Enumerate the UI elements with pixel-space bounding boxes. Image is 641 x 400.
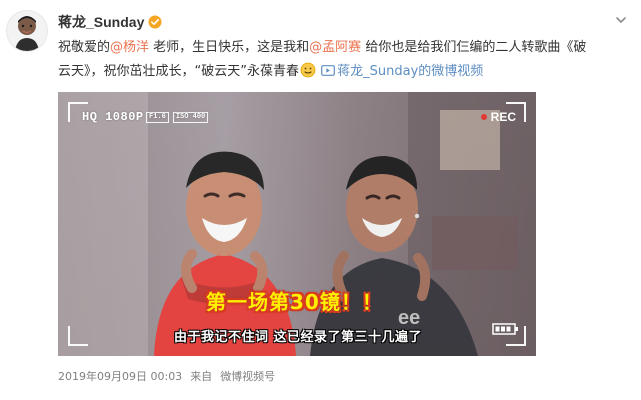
author-name[interactable]: 蒋龙_Sunday bbox=[58, 12, 144, 32]
avatar[interactable] bbox=[6, 10, 48, 52]
video-player[interactable]: ee HQ 1080P F1.6 ISO 400 REC 第一场第30镜！！ 由… bbox=[58, 92, 536, 356]
video-link[interactable]: 蒋龙_Sunday的微博视频 bbox=[317, 64, 483, 79]
aperture-label: F1.6 bbox=[146, 112, 169, 123]
source-prefix: 来自 bbox=[190, 370, 213, 383]
mention-meng-a-sai[interactable]: @孟阿赛 bbox=[309, 40, 361, 55]
content-prefix: 祝敬爱的 bbox=[58, 40, 111, 55]
video-subtitle: 由于我记不住词 这已经录了第三十几遍了 bbox=[174, 330, 423, 345]
weibo-post: 蒋龙_Sunday 祝敬爱的@杨洋 老师，生日快乐，这是我和@孟阿赛 给你也是给… bbox=[0, 0, 641, 400]
avatar-image bbox=[7, 11, 47, 51]
video-quality-label: HQ 1080P bbox=[82, 110, 144, 124]
battery-icon bbox=[492, 322, 520, 336]
verified-icon bbox=[148, 15, 162, 29]
mention-yang-yang[interactable]: @杨洋 bbox=[110, 40, 149, 55]
video-frame: ee bbox=[58, 92, 536, 356]
post-timestamp[interactable]: 2019年09月09日 00:03 bbox=[58, 368, 182, 384]
post-content: 祝敬爱的@杨洋 老师，生日快乐，这是我和@孟阿赛 给你也是给我们仨编的二人转歌曲… bbox=[58, 36, 618, 84]
record-indicator: REC bbox=[480, 110, 516, 124]
record-dot-icon bbox=[480, 114, 487, 120]
chevron-down-icon[interactable] bbox=[613, 12, 629, 28]
video-main-caption: 第一场第30镜！！ bbox=[206, 290, 383, 314]
content-text-3: 云天》，祝你茁壮成长，“破云天”永葆青春 bbox=[58, 64, 299, 79]
content-text-1: 老师，生日快乐，这是我和 bbox=[149, 40, 310, 55]
smile-emoji-icon bbox=[300, 62, 316, 78]
post-meta: 2019年09月09日 00:03 来自 微博视频号 bbox=[58, 368, 275, 384]
content-text-2: 给你也是给我们仨编的二人转歌曲《破 bbox=[361, 40, 587, 55]
video-link-label: 蒋龙_Sunday的微博视频 bbox=[337, 64, 484, 79]
post-header: 蒋龙_Sunday bbox=[58, 12, 162, 32]
camera-settings: F1.6 ISO 400 bbox=[146, 112, 209, 123]
video-icon bbox=[321, 61, 336, 76]
iso-label: ISO 400 bbox=[172, 112, 209, 123]
viewfinder-corner-bottom-left bbox=[68, 326, 88, 346]
record-label: REC bbox=[490, 110, 516, 124]
source-link[interactable]: 微博视频号 bbox=[220, 368, 275, 384]
